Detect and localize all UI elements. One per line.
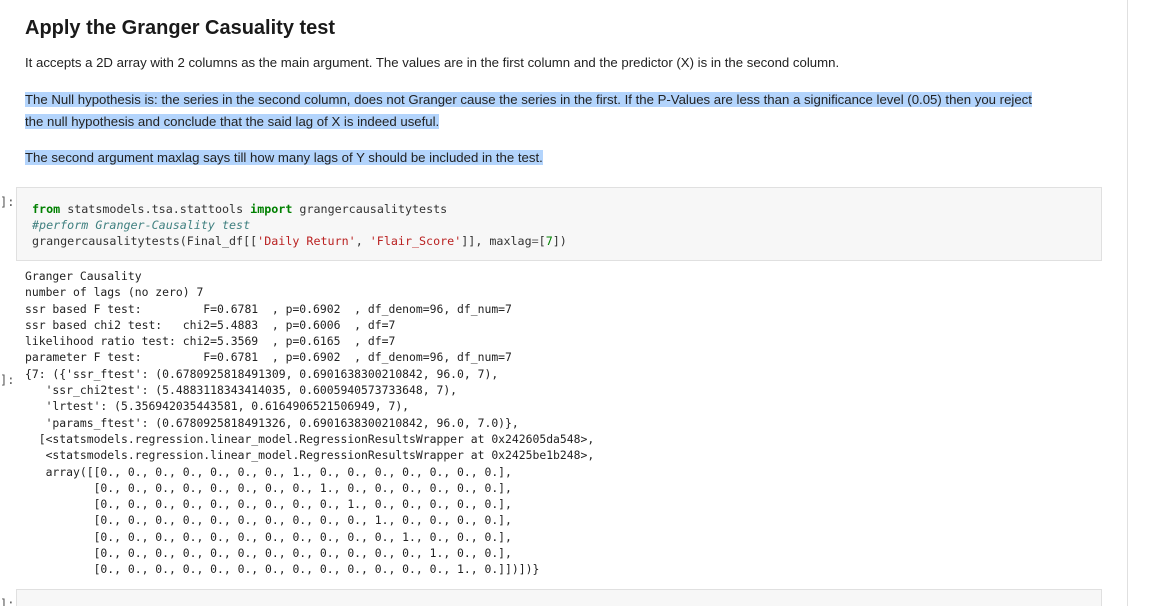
output-line: ssr based F test: F=0.6781 , p=0.6902 , … [25, 301, 512, 316]
output-line: [0., 0., 0., 0., 0., 0., 0., 0., 0., 1.,… [25, 497, 512, 512]
code-maxlag: ]], maxlag [461, 234, 532, 248]
code-comment: #perform Granger-Causality test [32, 218, 251, 232]
output-line: array([[0., 0., 0., 0., 0., 0., 0., 1., … [25, 464, 512, 479]
code-equals: = [531, 234, 539, 248]
output-line: 'ssr_chi2test': (5.4883118343414035, 0.6… [25, 383, 458, 398]
output-line: <statsmodels.regression.linear_model.Reg… [25, 448, 595, 463]
kw-from: from [32, 202, 61, 216]
code-call: grangercausalitytests(Final_df[[ [32, 234, 258, 248]
output-line: {7: ({'ssr_ftest': (0.6780925818491309, … [25, 366, 499, 381]
output-line: likelihood ratio test: chi2=5.3569 , p=0… [25, 334, 396, 349]
code-number: 7 [545, 234, 553, 248]
code-string-daily-return: 'Daily Return' [257, 234, 356, 248]
markdown-paragraph-intro: It accepts a 2D array with 2 columns as … [25, 55, 840, 70]
output-line: [0., 0., 0., 0., 0., 0., 0., 0., 0., 0.,… [25, 529, 512, 544]
code-module: statsmodels.tsa.stattools [60, 202, 251, 216]
section-heading: Apply the Granger Casuality test [25, 17, 336, 39]
output-line: [0., 0., 0., 0., 0., 0., 0., 0., 0., 0.,… [25, 562, 540, 577]
next-cell-prompt: ]: [0, 597, 15, 606]
output-line: [0., 0., 0., 0., 0., 0., 0., 0., 1., 0.,… [25, 480, 512, 495]
code-cell-input[interactable]: from statsmodels.tsa.stattools import gr… [16, 187, 1102, 261]
kw-import: import [250, 202, 293, 216]
markdown-paragraph-maxlag: The second argument maxlag says till how… [25, 147, 1085, 169]
output-line: [<statsmodels.regression.linear_model.Re… [25, 431, 595, 446]
output-line: Granger Causality [25, 269, 142, 283]
code-import-name: grangercausalitytests [292, 202, 448, 216]
output-line: [0., 0., 0., 0., 0., 0., 0., 0., 0., 0.,… [25, 546, 512, 561]
output-line: 'params_ftest': (0.6780925818491326, 0.6… [25, 415, 519, 430]
cell-output: Granger Causality number of lags (no zer… [25, 268, 594, 578]
output-line: ssr based chi2 test: chi2=5.4883 , p=0.6… [25, 317, 396, 332]
output-line: parameter F test: F=0.6781 , p=0.6902 , … [25, 350, 512, 365]
code-sep: , [355, 234, 370, 248]
code-editor[interactable]: from statsmodels.tsa.stattools import gr… [32, 201, 567, 249]
notebook-right-border [1127, 0, 1128, 606]
output-line: number of lags (no zero) 7 [25, 285, 204, 300]
selected-text-line-3: The second argument maxlag says till how… [25, 150, 543, 165]
output-prompt: ]: [0, 373, 15, 387]
output-line: 'lrtest': (5.356942035443581, 0.61649065… [25, 399, 410, 414]
code-bracket-close: ]) [552, 234, 567, 248]
output-line: [0., 0., 0., 0., 0., 0., 0., 0., 0., 0.,… [25, 513, 512, 528]
code-bracket-open: [ [538, 234, 546, 248]
input-prompt: ]: [0, 195, 15, 209]
selected-text-line-1: The Null hypothesis is: the series in th… [25, 92, 1032, 107]
selected-text-line-2: the null hypothesis and conclude that th… [25, 114, 440, 129]
code-cell-next[interactable] [16, 589, 1102, 606]
markdown-paragraph-null-hypothesis: The Null hypothesis is: the series in th… [25, 89, 1085, 133]
code-string-flair-score: 'Flair_Score' [369, 234, 462, 248]
